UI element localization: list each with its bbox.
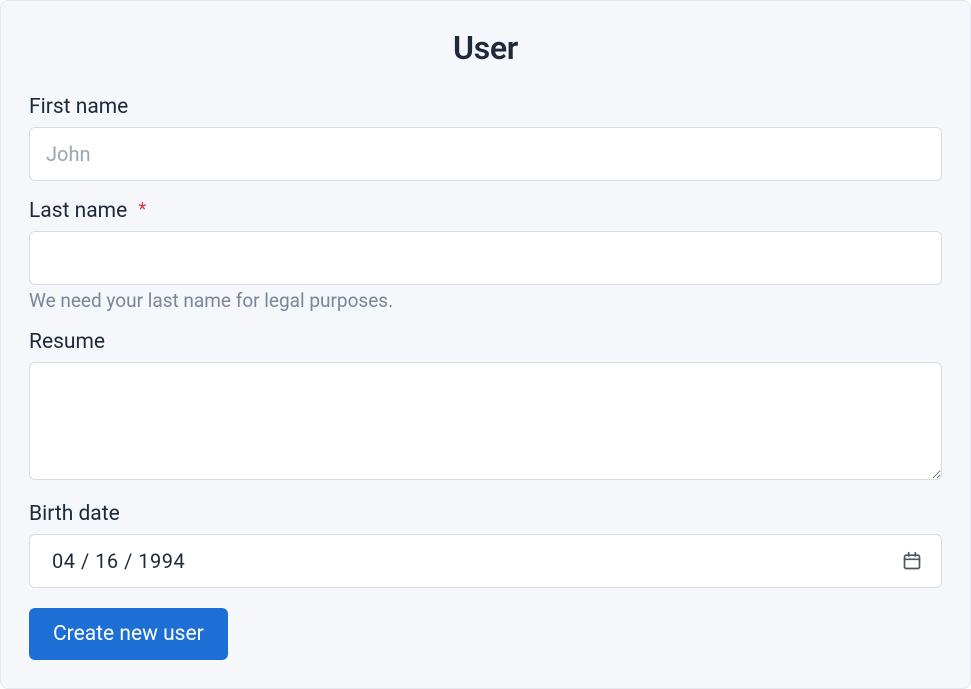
first-name-group: First name: [29, 95, 942, 181]
required-asterisk-icon: *: [138, 199, 146, 220]
resume-textarea[interactable]: [29, 362, 942, 480]
last-name-group: Last name * We need your last name for l…: [29, 199, 942, 312]
create-user-button[interactable]: Create new user: [29, 608, 228, 660]
first-name-input[interactable]: [29, 127, 942, 181]
birth-date-wrapper: [29, 534, 942, 588]
resume-group: Resume: [29, 330, 942, 484]
resume-label: Resume: [29, 330, 942, 354]
last-name-label: Last name *: [29, 199, 942, 223]
last-name-help-text: We need your last name for legal purpose…: [29, 289, 942, 312]
first-name-label: First name: [29, 95, 942, 119]
form-title: User: [29, 29, 942, 67]
user-form-card: User First name Last name * We need your…: [0, 0, 971, 689]
last-name-input[interactable]: [29, 231, 942, 285]
birth-date-group: Birth date: [29, 502, 942, 588]
birth-date-label: Birth date: [29, 502, 942, 526]
birth-date-input[interactable]: [29, 534, 942, 588]
last-name-label-text: Last name: [29, 199, 127, 223]
